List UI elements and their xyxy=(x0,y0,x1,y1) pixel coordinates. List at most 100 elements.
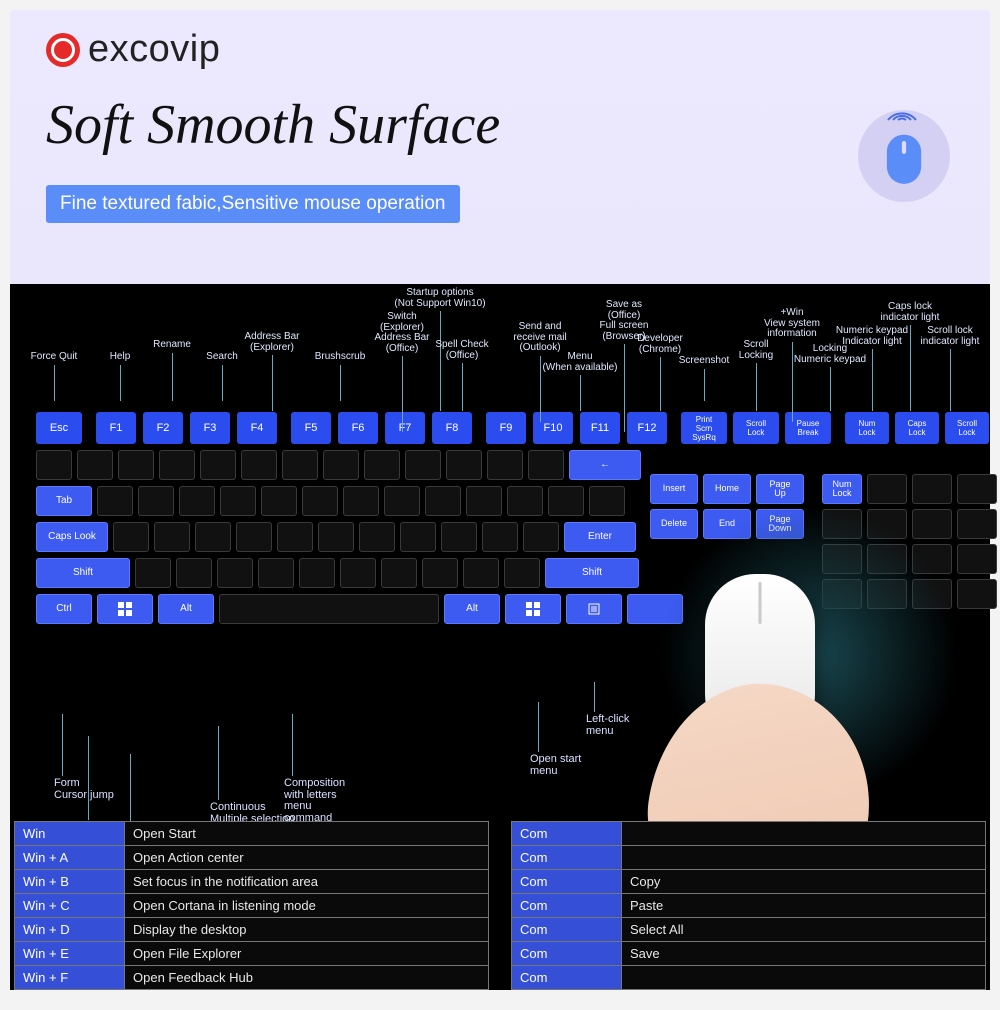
key-blank xyxy=(589,486,625,516)
key-blank xyxy=(217,558,253,588)
key-blank xyxy=(302,486,338,516)
key-blank xyxy=(176,558,212,588)
key-blank xyxy=(200,450,236,480)
header: excovip Soft Smooth Surface Fine texture… xyxy=(10,10,990,284)
shortcut-key: Win + A xyxy=(15,846,125,870)
key-blank xyxy=(282,450,318,480)
key-blank xyxy=(277,522,313,552)
brand: excovip xyxy=(46,28,954,71)
key-blank xyxy=(384,486,420,516)
key-blank xyxy=(318,522,354,552)
key-f2: F2 xyxy=(143,412,183,444)
shortcut-desc: Select All xyxy=(622,918,986,942)
key-blank xyxy=(97,486,133,516)
key-blank xyxy=(504,558,540,588)
shortcut-key: Com xyxy=(512,942,622,966)
key-blank xyxy=(323,450,359,480)
shortcut-key: Win + E xyxy=(15,942,125,966)
shortcut-key: Win + C xyxy=(15,894,125,918)
key-blank xyxy=(528,450,564,480)
key-backspace: ← xyxy=(569,450,641,480)
key-blank xyxy=(258,558,294,588)
key-blank xyxy=(36,450,72,480)
key-shift-left: Shift xyxy=(36,558,130,588)
key-blank xyxy=(548,486,584,516)
key-blank xyxy=(446,450,482,480)
key-home: Home xyxy=(703,474,751,504)
key-blank xyxy=(261,486,297,516)
shortcut-key: Com xyxy=(512,822,622,846)
key-blank xyxy=(463,558,499,588)
shortcut-key: Win + F xyxy=(15,966,125,990)
shortcut-desc: Paste xyxy=(622,894,986,918)
key-blank xyxy=(135,558,171,588)
key-enter: Enter xyxy=(564,522,636,552)
key-esc: Esc xyxy=(36,412,82,444)
key-blank xyxy=(364,450,400,480)
brand-name: excovip xyxy=(88,28,220,71)
key-alt-left: Alt xyxy=(158,594,214,624)
shortcut-desc: Open Start xyxy=(125,822,489,846)
key-shift-right: Shift xyxy=(545,558,639,588)
wireless-icon xyxy=(882,104,926,164)
key-blank xyxy=(422,558,458,588)
key-blank xyxy=(138,486,174,516)
key-f5: F5 xyxy=(291,412,331,444)
key-ctrl-left: Ctrl xyxy=(36,594,92,624)
shortcut-desc: Open File Explorer xyxy=(125,942,489,966)
shortcut-desc: Display the desktop xyxy=(125,918,489,942)
shortcut-desc: Set focus in the notification area xyxy=(125,870,489,894)
key-numpad xyxy=(957,509,997,539)
annotation-bottom: Continuous Multiple selection xyxy=(210,726,294,825)
shortcut-table-left: WinOpen StartWin + AOpen Action centerWi… xyxy=(14,821,489,990)
key-num-lock: Num Lock xyxy=(845,412,889,444)
shortcut-key: Com xyxy=(512,894,622,918)
key-blank xyxy=(299,558,335,588)
shortcut-key: Com xyxy=(512,966,622,990)
headline: Soft Smooth Surface xyxy=(46,93,954,157)
key-blank xyxy=(159,450,195,480)
key-caps-lock: Caps Lock xyxy=(895,412,939,444)
shortcut-key: Com xyxy=(512,846,622,870)
key-menu xyxy=(566,594,622,624)
key-f3: F3 xyxy=(190,412,230,444)
key-win-right xyxy=(505,594,561,624)
key-blank xyxy=(154,522,190,552)
key-numpad xyxy=(867,474,907,504)
annotation-top: Scroll lock indicator light xyxy=(902,326,998,411)
annotation-bottom: Composition with letters menu command xyxy=(284,714,345,824)
shortcut-key: Com xyxy=(512,870,622,894)
key-blank xyxy=(118,450,154,480)
mouse-badge xyxy=(858,110,950,202)
key-blank xyxy=(343,486,379,516)
key-blank xyxy=(466,486,502,516)
annotation-bottom: Open start menu xyxy=(530,702,581,777)
key-numpad xyxy=(957,579,997,609)
shortcut-desc xyxy=(622,966,986,990)
shortcut-desc: Save xyxy=(622,942,986,966)
key-blank xyxy=(220,486,256,516)
shortcut-key: Com xyxy=(512,918,622,942)
key-capslock: Caps Look xyxy=(36,522,108,552)
shortcut-desc: Copy xyxy=(622,870,986,894)
key-blank xyxy=(487,450,523,480)
key-blank xyxy=(405,450,441,480)
key-blank xyxy=(113,522,149,552)
key-delete: Delete xyxy=(650,509,698,539)
keyboard-panel: Force QuitHelpRenameSearchAddress Bar (E… xyxy=(10,284,990,990)
shortcut-tables: WinOpen StartWin + AOpen Action centerWi… xyxy=(14,821,986,990)
shortcut-table-right: ComComComCopyComPasteComSelect AllComSav… xyxy=(511,821,986,990)
key-numpad xyxy=(957,544,997,574)
key-blank xyxy=(381,558,417,588)
key-blank xyxy=(507,486,543,516)
glow xyxy=(650,494,970,814)
shortcut-key: Win + B xyxy=(15,870,125,894)
key-blank xyxy=(482,522,518,552)
shortcut-desc: Open Action center xyxy=(125,846,489,870)
key-blank xyxy=(236,522,272,552)
key-f1: F1 xyxy=(96,412,136,444)
shortcut-desc: Open Cortana in listening mode xyxy=(125,894,489,918)
key-blank xyxy=(340,558,376,588)
key-blank xyxy=(195,522,231,552)
brand-logo-icon xyxy=(46,33,80,67)
